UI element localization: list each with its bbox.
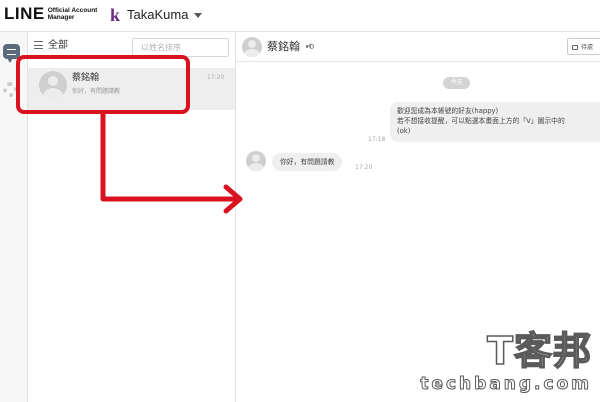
status-label: 待處: [581, 44, 594, 51]
menu-icon[interactable]: [34, 41, 43, 49]
conversation-list: 全部 蔡銘翰 你好，有問題請教 17:20: [28, 32, 236, 402]
contact-avatar[interactable]: [242, 37, 262, 57]
account-initial-icon: k: [110, 5, 121, 25]
conversation-name: 蔡銘翰: [72, 73, 100, 83]
message-line: (ok): [397, 127, 411, 135]
top-header: LINE Official Account Manager k TakaKuma: [0, 0, 600, 32]
watermark-english: techbang.com: [420, 374, 592, 395]
incoming-message-bubble: 你好，有問題請教: [272, 153, 343, 171]
logo-wordmark: LINE: [4, 4, 45, 23]
logo-subtitle-line2: Manager: [47, 13, 75, 21]
message-line: 若不想接收提醒，可以點選本畫面上方的「V」圖示中的: [397, 117, 565, 125]
speaker-wave: [311, 44, 314, 49]
message-line: 歡迎您成為本帳號的好友(happy): [397, 107, 499, 115]
sender-avatar[interactable]: [246, 151, 266, 171]
watermark-chinese: T客邦: [486, 329, 592, 373]
day-separator: 今天: [443, 77, 470, 89]
status-icon: [572, 45, 578, 50]
message-time: 17:18: [368, 136, 386, 143]
speaker-icon[interactable]: [306, 43, 314, 50]
logo-subtitle: Official Account Manager: [48, 7, 98, 21]
filter-dropdown[interactable]: 全部: [48, 39, 68, 52]
line-logo[interactable]: LINE Official Account Manager: [4, 5, 97, 22]
contact-name: 蔡銘翰: [267, 40, 300, 53]
outgoing-message-bubble: 歡迎您成為本帳號的好友(happy) 若不想接收提醒，可以點選本畫面上方的「V」…: [390, 102, 600, 142]
caret-down-icon: [194, 12, 203, 18]
chat-icon-lines: [7, 49, 16, 55]
pending-status-button[interactable]: 待處: [567, 38, 600, 55]
techbang-watermark: T客邦 techbang.com: [420, 329, 596, 398]
conversation-time: 17:20: [207, 74, 225, 81]
message-time: 17:20: [355, 164, 373, 171]
gear-icon[interactable]: [3, 82, 18, 97]
avatar: [39, 71, 67, 99]
conversation-row[interactable]: 蔡銘翰 你好，有問題請教 17:20: [28, 68, 235, 110]
search-input[interactable]: [132, 38, 229, 57]
conversation-preview: 你好，有問題請教: [72, 88, 121, 95]
chat-header: 蔡銘翰 待處: [236, 32, 600, 62]
account-name: TakaKuma: [127, 7, 189, 22]
list-toolbar: 全部: [28, 32, 236, 59]
sidebar-rail: [0, 32, 28, 402]
logo-subtitle-line1: Official Account: [47, 6, 98, 14]
account-switcher[interactable]: k TakaKuma: [110, 5, 203, 25]
line-oa-manager-app: LINE Official Account Manager k TakaKuma…: [0, 0, 600, 402]
